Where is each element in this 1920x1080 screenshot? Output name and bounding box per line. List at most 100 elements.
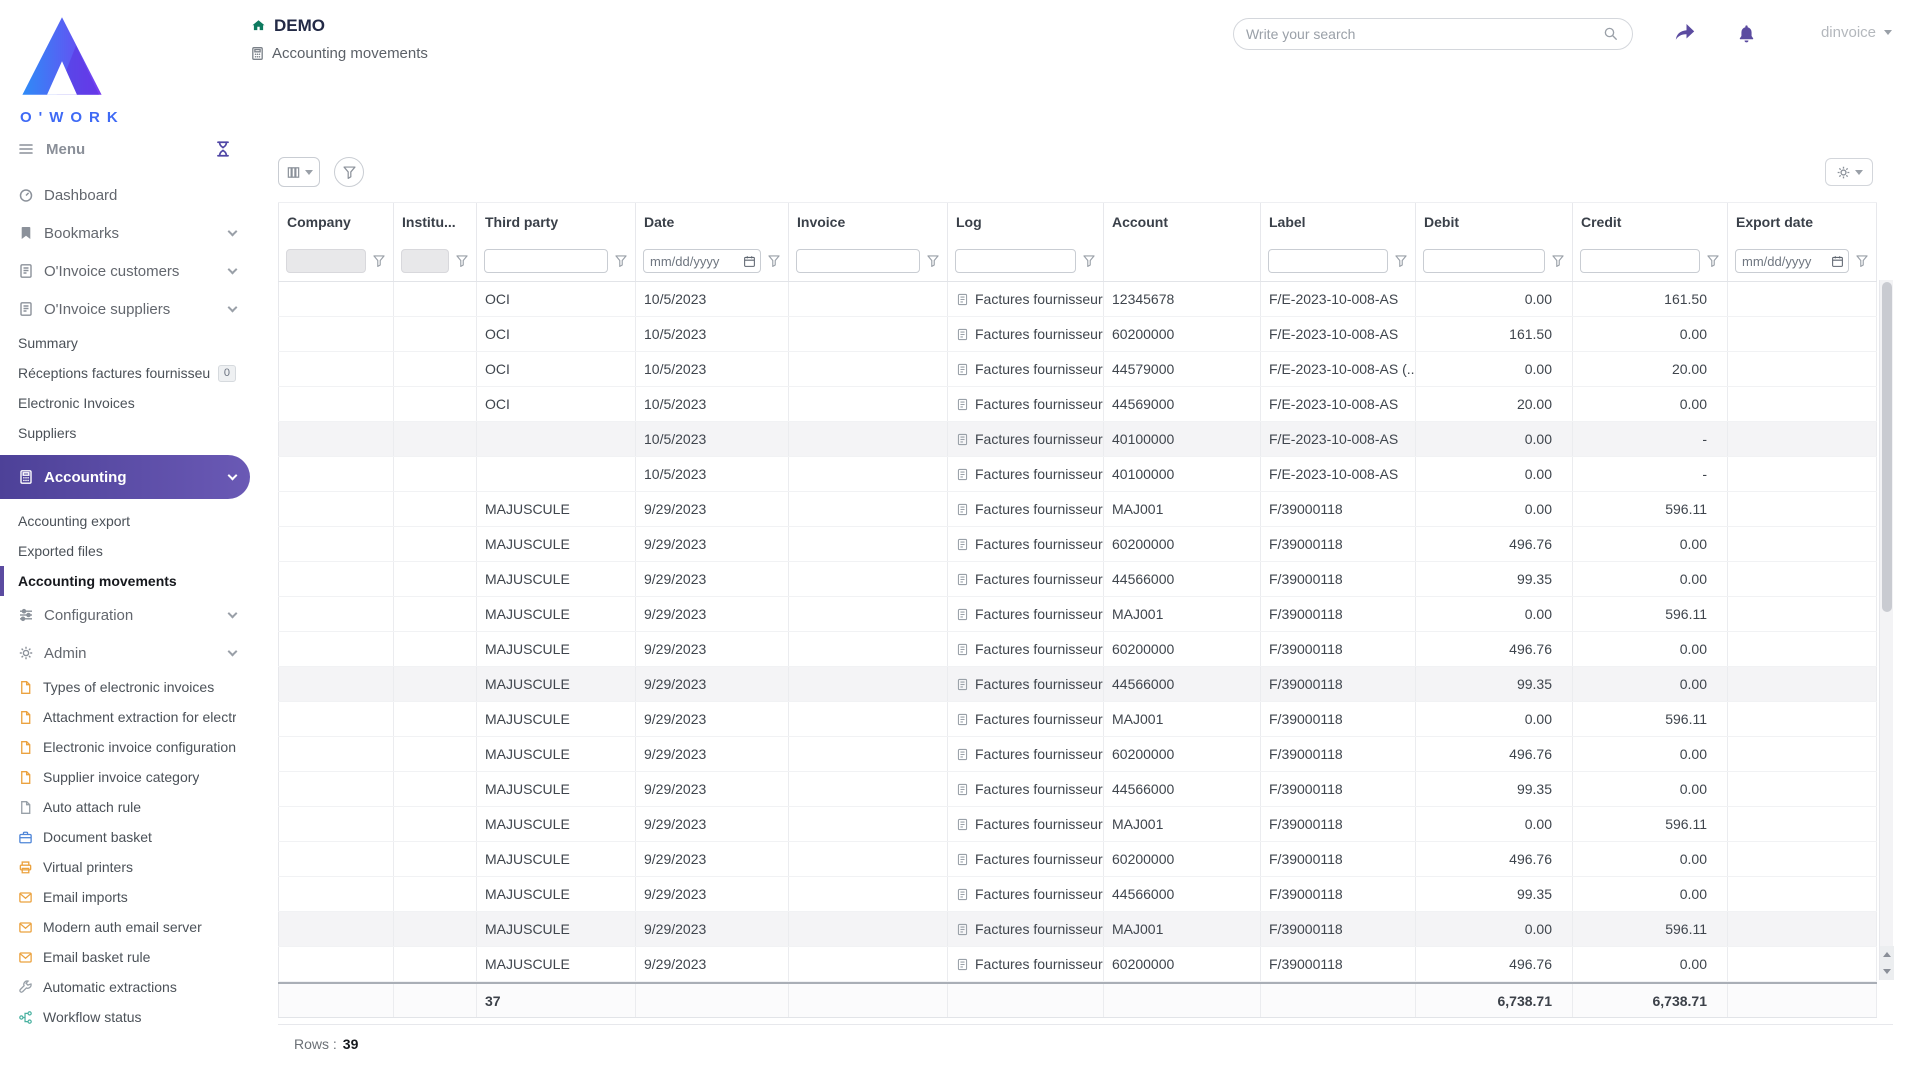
column-chooser-button[interactable] bbox=[278, 157, 320, 187]
search-icon[interactable] bbox=[1602, 25, 1620, 43]
column-header-date[interactable]: Date bbox=[636, 203, 789, 241]
cell-company bbox=[278, 422, 394, 456]
cell-export-date bbox=[1728, 527, 1877, 561]
table-row[interactable]: 10/5/2023 Factures fournisseurs 40100000 F/… bbox=[278, 457, 1877, 492]
cell-log: Factures fournisseurs bbox=[948, 807, 1104, 841]
scrollbar-thumb[interactable] bbox=[1882, 282, 1892, 612]
sidebar-item-suppliers[interactable]: Suppliers bbox=[0, 418, 250, 448]
column-header-account[interactable]: Account bbox=[1104, 203, 1261, 241]
sidebar-pin-icon[interactable] bbox=[214, 140, 232, 158]
funnel-icon[interactable] bbox=[926, 254, 940, 268]
user-menu[interactable]: dinvoice bbox=[1821, 24, 1892, 41]
share-button[interactable] bbox=[1669, 18, 1701, 50]
cell-third-party: OCI bbox=[477, 352, 636, 386]
column-header-export-date[interactable]: Export date bbox=[1728, 203, 1877, 241]
table-row[interactable]: MAJUSCULE 9/29/2023 Factures fournisseurs 4… bbox=[278, 877, 1877, 912]
column-header-label[interactable]: Label bbox=[1261, 203, 1416, 241]
export-date-filter-input[interactable] bbox=[1735, 249, 1849, 273]
table-row[interactable]: MAJUSCULE 9/29/2023 Factures fournisseurs M… bbox=[278, 597, 1877, 632]
funnel-icon[interactable] bbox=[614, 254, 628, 268]
log-filter-input[interactable] bbox=[955, 249, 1076, 273]
sidebar-item-attachment-extraction-for-electroni[interactable]: Attachment extraction for electroni bbox=[0, 702, 250, 732]
log-text: Factures fournisseurs bbox=[975, 466, 1104, 482]
filter-button[interactable] bbox=[334, 157, 364, 187]
sidebar-item-workflow-status[interactable]: Workflow status bbox=[0, 1002, 250, 1032]
table-row[interactable]: MAJUSCULE 9/29/2023 Factures fournisseurs M… bbox=[278, 492, 1877, 527]
cell-label: F/E-2023-10-008-AS bbox=[1261, 317, 1416, 351]
column-header-company[interactable]: Company bbox=[278, 203, 394, 241]
funnel-icon[interactable] bbox=[767, 254, 781, 268]
sidebar-item-bookmarks[interactable]: Bookmarks bbox=[0, 214, 250, 252]
scroll-up-button[interactable] bbox=[1880, 946, 1894, 963]
sidebar-item-email-imports[interactable]: Email imports bbox=[0, 882, 250, 912]
sidebar-item-email-basket-rule[interactable]: Email basket rule bbox=[0, 942, 250, 972]
cell-company bbox=[278, 842, 394, 876]
label-filter-input[interactable] bbox=[1268, 249, 1388, 273]
sidebar-item-virtual-printers[interactable]: Virtual printers bbox=[0, 852, 250, 882]
column-header-institution[interactable]: Institu... bbox=[394, 203, 477, 241]
table-row[interactable]: MAJUSCULE 9/29/2023 Factures fournisseurs M… bbox=[278, 807, 1877, 842]
column-header-credit[interactable]: Credit bbox=[1573, 203, 1728, 241]
table-row[interactable]: OCI 10/5/2023 Factures fournisseurs 1234567… bbox=[278, 282, 1877, 317]
table-row[interactable]: MAJUSCULE 9/29/2023 Factures fournisseurs 4… bbox=[278, 772, 1877, 807]
table-row[interactable]: OCI 10/5/2023 Factures fournisseurs 4457900… bbox=[278, 352, 1877, 387]
table-row[interactable]: MAJUSCULE 9/29/2023 Factures fournisseurs 6… bbox=[278, 947, 1877, 982]
sidebar-item-supplier-invoice-category[interactable]: Supplier invoice category bbox=[0, 762, 250, 792]
sidebar-item-automatic-extractions[interactable]: Automatic extractions bbox=[0, 972, 250, 1002]
table-row[interactable]: OCI 10/5/2023 Factures fournisseurs 4456900… bbox=[278, 387, 1877, 422]
sidebar-item-types-of-electronic-invoices[interactable]: Types of electronic invoices bbox=[0, 672, 250, 702]
sidebar-item-r-ceptions-factures-fournisseurs[interactable]: Réceptions factures fournisseurs 0 bbox=[0, 358, 250, 388]
third-party-filter-input[interactable] bbox=[484, 249, 608, 273]
invoice-filter-input[interactable] bbox=[796, 249, 920, 273]
cell-label: F/39000118 bbox=[1261, 632, 1416, 666]
column-header-debit[interactable]: Debit bbox=[1416, 203, 1573, 241]
funnel-icon[interactable] bbox=[455, 254, 469, 268]
table-scrollbar[interactable] bbox=[1879, 280, 1894, 980]
table-row[interactable]: OCI 10/5/2023 Factures fournisseurs 6020000… bbox=[278, 317, 1877, 352]
sidebar-item-accounting-export[interactable]: Accounting export bbox=[0, 506, 250, 536]
funnel-icon[interactable] bbox=[1394, 254, 1408, 268]
funnel-icon[interactable] bbox=[1855, 254, 1869, 268]
sidebar-item-configuration[interactable]: Configuration bbox=[0, 596, 250, 634]
column-header-third-party[interactable]: Third party bbox=[477, 203, 636, 241]
column-header-invoice[interactable]: Invoice bbox=[789, 203, 948, 241]
table-row[interactable]: MAJUSCULE 9/29/2023 Factures fournisseurs 6… bbox=[278, 632, 1877, 667]
sidebar-item-document-basket[interactable]: Document basket bbox=[0, 822, 250, 852]
funnel-icon[interactable] bbox=[372, 254, 386, 268]
column-header-log[interactable]: Log bbox=[948, 203, 1104, 241]
table-row[interactable]: MAJUSCULE 9/29/2023 Factures fournisseurs 6… bbox=[278, 842, 1877, 877]
debit-filter-input[interactable] bbox=[1423, 249, 1545, 273]
table-row[interactable]: MAJUSCULE 9/29/2023 Factures fournisseurs 4… bbox=[278, 562, 1877, 597]
table-row[interactable]: MAJUSCULE 9/29/2023 Factures fournisseurs 4… bbox=[278, 667, 1877, 702]
table-row[interactable]: 10/5/2023 Factures fournisseurs 40100000 F/… bbox=[278, 422, 1877, 457]
sidebar-item-summary[interactable]: Summary bbox=[0, 328, 250, 358]
funnel-icon[interactable] bbox=[1082, 254, 1096, 268]
table-settings-button[interactable] bbox=[1825, 158, 1873, 186]
sidebar-item-electronic-invoices[interactable]: Electronic Invoices bbox=[0, 388, 250, 418]
table-row[interactable]: MAJUSCULE 9/29/2023 Factures fournisseurs 6… bbox=[278, 527, 1877, 562]
sidebar-item-label: Exported files bbox=[18, 543, 103, 559]
sidebar-item-accounting[interactable]: Accounting bbox=[0, 455, 250, 499]
sidebar-item-accounting-movements[interactable]: Accounting movements bbox=[0, 566, 250, 596]
sidebar-item-dashboard[interactable]: Dashboard bbox=[0, 176, 250, 214]
table-row[interactable]: MAJUSCULE 9/29/2023 Factures fournisseurs M… bbox=[278, 912, 1877, 947]
sidebar-item-auto-attach-rule[interactable]: Auto attach rule bbox=[0, 792, 250, 822]
notifications-button[interactable] bbox=[1731, 18, 1763, 50]
sidebar-item-admin[interactable]: Admin bbox=[0, 634, 250, 672]
date-filter-input[interactable] bbox=[643, 249, 761, 273]
sidebar-item-modern-auth-email-server[interactable]: Modern auth email server bbox=[0, 912, 250, 942]
funnel-icon[interactable] bbox=[1706, 254, 1720, 268]
sidebar-item-electronic-invoice-configuration[interactable]: Electronic invoice configuration bbox=[0, 732, 250, 762]
credit-filter-input[interactable] bbox=[1580, 249, 1700, 273]
table-row[interactable]: MAJUSCULE 9/29/2023 Factures fournisseurs M… bbox=[278, 702, 1877, 737]
sidebar-item-exported-files[interactable]: Exported files bbox=[0, 536, 250, 566]
cell-third-party: MAJUSCULE bbox=[477, 807, 636, 841]
search-input[interactable] bbox=[1245, 26, 1602, 42]
funnel-icon[interactable] bbox=[1551, 254, 1565, 268]
cell-log: Factures fournisseurs bbox=[948, 562, 1104, 596]
hamburger-icon[interactable] bbox=[18, 141, 34, 157]
sidebar-item-o-invoice-suppliers[interactable]: O'Invoice suppliers bbox=[0, 290, 250, 328]
sidebar-item-o-invoice-customers[interactable]: O'Invoice customers bbox=[0, 252, 250, 290]
scroll-down-button[interactable] bbox=[1880, 963, 1894, 980]
table-row[interactable]: MAJUSCULE 9/29/2023 Factures fournisseurs 6… bbox=[278, 737, 1877, 772]
